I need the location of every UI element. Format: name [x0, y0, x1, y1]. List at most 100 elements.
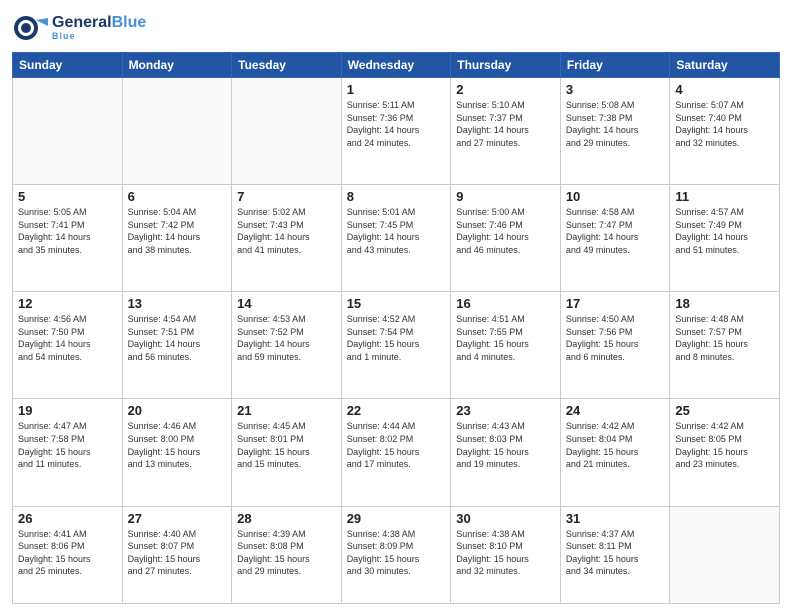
cell-info: Sunrise: 5:00 AM Sunset: 7:46 PM Dayligh… [456, 206, 555, 256]
calendar-cell: 12 Sunrise: 4:56 AM Sunset: 7:50 PM Dayli… [13, 292, 123, 399]
day-number: 20 [128, 403, 227, 418]
calendar-cell: 3Sunrise: 5:08 AM Sunset: 7:38 PM Daylig… [560, 78, 670, 185]
day-number: 22 [347, 403, 446, 418]
week-row-2: 5Sunrise: 5:05 AM Sunset: 7:41 PM Daylig… [13, 185, 780, 292]
calendar-cell: 1 Sunrise: 5:11 AM Sunset: 7:36 PM Daylig… [341, 78, 451, 185]
main-container: GeneralBlue Blue SundayMondayTuesdayWedn… [0, 0, 792, 612]
cell-info: Sunrise: 5:05 AM Sunset: 7:41 PM Dayligh… [18, 206, 117, 256]
day-header-saturday: Saturday [670, 53, 780, 78]
cell-info: Sunrise: 4:54 AM Sunset: 7:51 PM Dayligh… [128, 313, 227, 363]
calendar-cell: 2 Sunrise: 5:10 AM Sunset: 7:37 PM Daylig… [451, 78, 561, 185]
calendar-cell: 11Sunrise: 4:57 AM Sunset: 7:49 PM Dayli… [670, 185, 780, 292]
cell-info: Sunrise: 4:53 AM Sunset: 7:52 PM Dayligh… [237, 313, 336, 363]
cell-info: Sunrise: 4:37 AM Sunset: 8:11 PM Dayligh… [566, 528, 665, 578]
day-number: 24 [566, 403, 665, 418]
day-number: 28 [237, 511, 336, 526]
day-number: 15 [347, 296, 446, 311]
day-number: 10 [566, 189, 665, 204]
day-number: 23 [456, 403, 555, 418]
cell-info: Sunrise: 4:38 AM Sunset: 8:09 PM Dayligh… [347, 528, 446, 578]
cell-info: Sunrise: 4:57 AM Sunset: 7:49 PM Dayligh… [675, 206, 774, 256]
day-number: 2 [456, 82, 555, 97]
cell-info: Sunrise: 4:38 AM Sunset: 8:10 PM Dayligh… [456, 528, 555, 578]
day-number: 8 [347, 189, 446, 204]
day-header-sunday: Sunday [13, 53, 123, 78]
cell-info: Sunrise: 5:04 AM Sunset: 7:42 PM Dayligh… [128, 206, 227, 256]
week-row-3: 12 Sunrise: 4:56 AM Sunset: 7:50 PM Dayli… [13, 292, 780, 399]
day-number: 31 [566, 511, 665, 526]
calendar-cell: 31 Sunrise: 4:37 AM Sunset: 8:11 PM Dayli… [560, 506, 670, 603]
cell-info: Sunrise: 5:01 AM Sunset: 7:45 PM Dayligh… [347, 206, 446, 256]
cell-info: Sunrise: 4:41 AM Sunset: 8:06 PM Dayligh… [18, 528, 117, 578]
calendar-cell: 5Sunrise: 5:05 AM Sunset: 7:41 PM Daylig… [13, 185, 123, 292]
calendar-cell: 6 Sunrise: 5:04 AM Sunset: 7:42 PM Daylig… [122, 185, 232, 292]
logo-icon [12, 10, 48, 46]
calendar-cell: 4 Sunrise: 5:07 AM Sunset: 7:40 PM Daylig… [670, 78, 780, 185]
cell-info: Sunrise: 4:51 AM Sunset: 7:55 PM Dayligh… [456, 313, 555, 363]
calendar-header-row: SundayMondayTuesdayWednesdayThursdayFrid… [13, 53, 780, 78]
cell-info: Sunrise: 4:45 AM Sunset: 8:01 PM Dayligh… [237, 420, 336, 470]
day-number: 16 [456, 296, 555, 311]
cell-info: Sunrise: 5:11 AM Sunset: 7:36 PM Dayligh… [347, 99, 446, 149]
calendar-cell: 23 Sunrise: 4:43 AM Sunset: 8:03 PM Dayli… [451, 399, 561, 506]
logo: GeneralBlue Blue [12, 10, 146, 46]
calendar-cell: 26 Sunrise: 4:41 AM Sunset: 8:06 PM Dayli… [13, 506, 123, 603]
week-row-1: 1 Sunrise: 5:11 AM Sunset: 7:36 PM Daylig… [13, 78, 780, 185]
cell-info: Sunrise: 4:56 AM Sunset: 7:50 PM Dayligh… [18, 313, 117, 363]
calendar-cell: 27Sunrise: 4:40 AM Sunset: 8:07 PM Dayli… [122, 506, 232, 603]
day-number: 12 [18, 296, 117, 311]
calendar-table: SundayMondayTuesdayWednesdayThursdayFrid… [12, 52, 780, 604]
day-number: 9 [456, 189, 555, 204]
cell-info: Sunrise: 4:47 AM Sunset: 7:58 PM Dayligh… [18, 420, 117, 470]
calendar-cell [13, 78, 123, 185]
week-row-5: 26 Sunrise: 4:41 AM Sunset: 8:06 PM Dayli… [13, 506, 780, 603]
calendar-cell [670, 506, 780, 603]
cell-info: Sunrise: 4:44 AM Sunset: 8:02 PM Dayligh… [347, 420, 446, 470]
day-number: 26 [18, 511, 117, 526]
calendar-cell [122, 78, 232, 185]
day-number: 21 [237, 403, 336, 418]
calendar-cell [232, 78, 342, 185]
calendar-cell: 21 Sunrise: 4:45 AM Sunset: 8:01 PM Dayli… [232, 399, 342, 506]
calendar-cell: 29 Sunrise: 4:38 AM Sunset: 8:09 PM Dayli… [341, 506, 451, 603]
calendar-cell: 13 Sunrise: 4:54 AM Sunset: 7:51 PM Dayli… [122, 292, 232, 399]
day-number: 3 [566, 82, 665, 97]
day-number: 27 [128, 511, 227, 526]
day-number: 13 [128, 296, 227, 311]
day-number: 30 [456, 511, 555, 526]
calendar-cell: 8 Sunrise: 5:01 AM Sunset: 7:45 PM Daylig… [341, 185, 451, 292]
cell-info: Sunrise: 4:43 AM Sunset: 8:03 PM Dayligh… [456, 420, 555, 470]
cell-info: Sunrise: 5:10 AM Sunset: 7:37 PM Dayligh… [456, 99, 555, 149]
cell-info: Sunrise: 4:50 AM Sunset: 7:56 PM Dayligh… [566, 313, 665, 363]
day-header-thursday: Thursday [451, 53, 561, 78]
cell-info: Sunrise: 4:42 AM Sunset: 8:05 PM Dayligh… [675, 420, 774, 470]
cell-info: Sunrise: 5:07 AM Sunset: 7:40 PM Dayligh… [675, 99, 774, 149]
calendar-cell: 19Sunrise: 4:47 AM Sunset: 7:58 PM Dayli… [13, 399, 123, 506]
calendar-cell: 28Sunrise: 4:39 AM Sunset: 8:08 PM Dayli… [232, 506, 342, 603]
day-header-wednesday: Wednesday [341, 53, 451, 78]
calendar-cell: 15 Sunrise: 4:52 AM Sunset: 7:54 PM Dayli… [341, 292, 451, 399]
cell-info: Sunrise: 5:02 AM Sunset: 7:43 PM Dayligh… [237, 206, 336, 256]
calendar-cell: 14 Sunrise: 4:53 AM Sunset: 7:52 PM Dayli… [232, 292, 342, 399]
day-number: 17 [566, 296, 665, 311]
calendar-cell: 30 Sunrise: 4:38 AM Sunset: 8:10 PM Dayli… [451, 506, 561, 603]
day-number: 25 [675, 403, 774, 418]
day-number: 1 [347, 82, 446, 97]
day-header-monday: Monday [122, 53, 232, 78]
cell-info: Sunrise: 4:52 AM Sunset: 7:54 PM Dayligh… [347, 313, 446, 363]
calendar-cell: 22 Sunrise: 4:44 AM Sunset: 8:02 PM Dayli… [341, 399, 451, 506]
cell-info: Sunrise: 4:46 AM Sunset: 8:00 PM Dayligh… [128, 420, 227, 470]
cell-info: Sunrise: 4:48 AM Sunset: 7:57 PM Dayligh… [675, 313, 774, 363]
day-header-friday: Friday [560, 53, 670, 78]
day-header-tuesday: Tuesday [232, 53, 342, 78]
day-number: 14 [237, 296, 336, 311]
day-number: 4 [675, 82, 774, 97]
day-number: 29 [347, 511, 446, 526]
day-number: 7 [237, 189, 336, 204]
day-number: 6 [128, 189, 227, 204]
calendar-cell: 7 Sunrise: 5:02 AM Sunset: 7:43 PM Daylig… [232, 185, 342, 292]
day-number: 18 [675, 296, 774, 311]
calendar-cell: 16 Sunrise: 4:51 AM Sunset: 7:55 PM Dayli… [451, 292, 561, 399]
week-row-4: 19Sunrise: 4:47 AM Sunset: 7:58 PM Dayli… [13, 399, 780, 506]
calendar-cell: 25 Sunrise: 4:42 AM Sunset: 8:05 PM Dayli… [670, 399, 780, 506]
